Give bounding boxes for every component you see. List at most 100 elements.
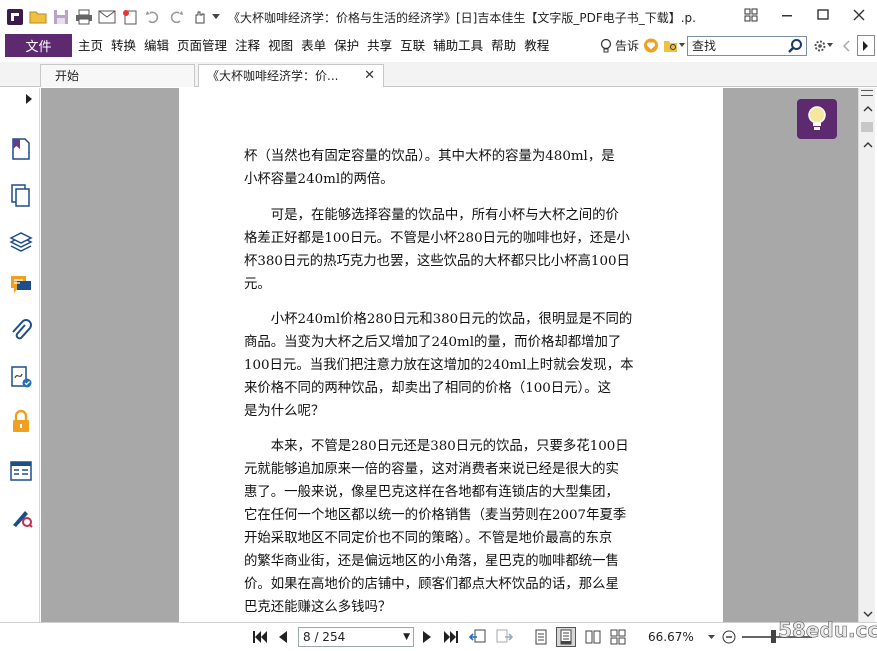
- text-line: 小杯容量240ml的两倍。: [244, 172, 394, 187]
- lightbulb-icon[interactable]: [597, 38, 615, 54]
- scroll-thumb[interactable]: [861, 122, 873, 132]
- ribbon-menu-bar: 文件 主页 转换 编辑 页面管理 注释 视图 表单 保护 共享 互联 辅助工具 …: [0, 34, 877, 57]
- destinations-icon[interactable]: [8, 504, 34, 530]
- single-page-view-icon[interactable]: [532, 628, 550, 646]
- minimize-button[interactable]: [769, 0, 805, 30]
- bookmark-icon[interactable]: [8, 136, 34, 162]
- tell-me-label[interactable]: 告诉: [615, 37, 641, 54]
- heart-icon[interactable]: [641, 38, 661, 53]
- window-title: 《大杯咖啡经济学：价格与生活的经济学》[日]吉本佳生【文字版_PDF电子书_下载…: [228, 10, 696, 25]
- last-page-icon[interactable]: [443, 628, 459, 646]
- text-line: 杯（当然也有固定容量的饮品）。其中大杯的容量为480ml，是: [244, 149, 615, 164]
- zoom-dropdown-icon[interactable]: [706, 628, 716, 646]
- menu-right-tools: 告诉 查找: [597, 34, 877, 57]
- tab-start-label: 开始: [55, 69, 80, 83]
- text-line: 本来，不管是280日元还是380日元的饮品，只要多花100日: [244, 439, 629, 454]
- maximize-button[interactable]: [805, 0, 841, 30]
- scroll-up-arrow[interactable]: [859, 100, 876, 117]
- search-placeholder: 查找: [692, 39, 717, 53]
- menu-comment[interactable]: 注释: [231, 34, 264, 57]
- menu-view[interactable]: 视图: [264, 34, 297, 57]
- split-handle[interactable]: [861, 90, 873, 96]
- menu-help[interactable]: 帮助: [487, 34, 520, 57]
- tab-start[interactable]: 开始: [40, 64, 195, 87]
- text-line: 它在任何一个地区都以统一的价格销售（麦当劳则在2007年夏季: [244, 508, 627, 523]
- scroll-page-up-arrow[interactable]: [859, 136, 876, 153]
- save-icon[interactable]: [50, 6, 72, 28]
- vertical-scrollbar[interactable]: [858, 88, 875, 622]
- text-line: 元就能够追加原来一倍的容量，这对消费者来说已经是很大的实: [244, 462, 619, 477]
- customize-dropdown-icon[interactable]: [211, 6, 221, 28]
- undo-icon[interactable]: [142, 6, 164, 28]
- menu-edit[interactable]: 编辑: [140, 34, 173, 57]
- text-line: 杯380日元的热巧克力也罢，这些饮品的大杯都只比小杯高100日: [244, 254, 630, 269]
- text-line: 格差正好都是100日元。不管是小杯280日元的咖啡也好，还是小: [244, 231, 630, 246]
- new-document-icon[interactable]: [119, 6, 141, 28]
- smart-tips-button[interactable]: [797, 99, 837, 139]
- menu-form[interactable]: 表单: [297, 34, 330, 57]
- continuous-view-icon[interactable]: [556, 627, 576, 647]
- next-view-icon[interactable]: [494, 628, 514, 646]
- app-logo-icon[interactable]: [4, 6, 26, 28]
- ribbon-scroll-right-icon[interactable]: [857, 35, 875, 56]
- window-controls: [733, 0, 877, 30]
- security-lock-icon[interactable]: [8, 408, 34, 434]
- zoom-level[interactable]: 66.67%: [648, 628, 694, 646]
- menu-protect[interactable]: 保护: [330, 34, 363, 57]
- settings-gear-icon[interactable]: [811, 39, 835, 53]
- zoom-out-icon[interactable]: [720, 628, 738, 646]
- menu-tutorial[interactable]: 教程: [520, 34, 553, 57]
- pages-thumbnail-icon[interactable]: [8, 182, 34, 208]
- menu-home[interactable]: 主页: [74, 34, 107, 57]
- page-dropdown-icon[interactable]: ▼: [403, 628, 410, 646]
- zoom-slider-knob[interactable]: [771, 630, 776, 643]
- layers-icon[interactable]: [8, 228, 34, 254]
- mail-icon[interactable]: [96, 6, 118, 28]
- menu-organize[interactable]: 页面管理: [173, 34, 231, 57]
- text-line: 来价格不同的两种饮品，却卖出了相同的价格（100日元）。这: [244, 381, 612, 396]
- redo-icon[interactable]: [165, 6, 187, 28]
- title-bar: 《大杯咖啡经济学：价格与生活的经济学》[日]吉本佳生【文字版_PDF电子书_下载…: [0, 0, 877, 34]
- text-line: 巴克还能赚这么多钱吗？: [244, 600, 392, 615]
- text-line: 商品。当变为大杯之后又增加了240ml的量，而价格却都增加了: [244, 335, 622, 350]
- previous-page-icon[interactable]: [276, 628, 290, 646]
- print-icon[interactable]: [73, 6, 95, 28]
- content-panel-icon[interactable]: [8, 458, 34, 484]
- signatures-icon[interactable]: [8, 364, 34, 390]
- site-watermark: 58edu.cc: [778, 618, 877, 643]
- lightbulb-tip-icon: [808, 106, 826, 130]
- menu-convert[interactable]: 转换: [107, 34, 140, 57]
- restore-layout-icon[interactable]: [733, 0, 769, 30]
- facing-view-icon[interactable]: [584, 628, 602, 646]
- quick-access-toolbar: [0, 0, 222, 34]
- navigation-panel: [0, 88, 40, 624]
- comments-icon[interactable]: [8, 272, 34, 298]
- find-tools-icon[interactable]: [661, 39, 687, 53]
- menu-share[interactable]: 共享: [363, 34, 396, 57]
- text-line: 的繁华商业街，还是偏远地区的小角落，星巴克的咖啡都统一售: [244, 554, 619, 569]
- previous-view-icon[interactable]: [468, 628, 488, 646]
- file-menu-button[interactable]: 文件: [5, 34, 72, 57]
- text-line: 是为什么呢？: [244, 404, 325, 419]
- continuous-facing-view-icon[interactable]: [608, 628, 628, 646]
- ribbon-scroll-left-icon[interactable]: [835, 39, 857, 52]
- expand-panel-icon[interactable]: [26, 93, 32, 107]
- search-icon[interactable]: [787, 38, 803, 57]
- menu-accessibility[interactable]: 辅助工具: [429, 34, 487, 57]
- page-indicator: 8 / 254: [303, 630, 346, 644]
- attachments-icon[interactable]: [8, 318, 34, 344]
- close-tab-icon[interactable]: ✕: [364, 65, 375, 87]
- open-folder-icon[interactable]: [27, 6, 49, 28]
- hand-tool-icon[interactable]: [188, 6, 210, 28]
- next-page-icon[interactable]: [420, 628, 434, 646]
- document-viewport[interactable]: 杯（当然也有固定容量的饮品）。其中大杯的容量为480ml，是 小杯容量240ml…: [41, 88, 858, 622]
- menu-connect[interactable]: 互联: [396, 34, 429, 57]
- first-page-icon[interactable]: [252, 628, 268, 646]
- tab-document[interactable]: 《大杯咖啡经济学：价... ✕: [198, 64, 384, 87]
- text-line: 元。: [244, 277, 271, 292]
- text-line: 100日元。当我们把注意力放在这增加的240ml上时就会发现，本: [244, 358, 634, 373]
- page-number-input[interactable]: 8 / 254 ▼: [298, 627, 414, 647]
- search-input[interactable]: 查找: [687, 35, 807, 57]
- text-line: 小杯240ml价格280日元和380日元的饮品，很明显是不同的: [244, 312, 633, 327]
- close-button[interactable]: [841, 0, 877, 30]
